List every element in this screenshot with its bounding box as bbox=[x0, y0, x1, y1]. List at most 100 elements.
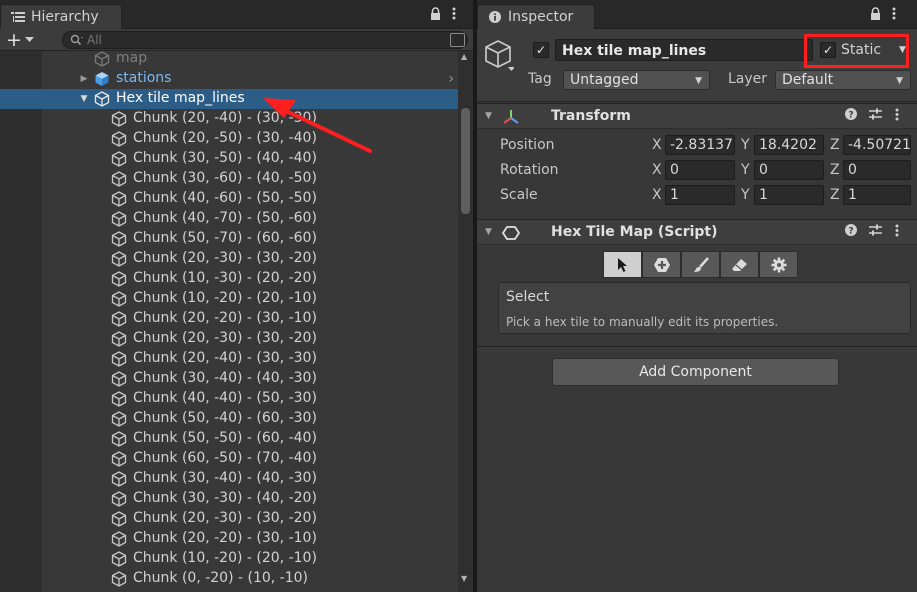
hierarchy-row-stations[interactable]: ▶ stations › bbox=[42, 69, 458, 89]
fold-arrow-icon[interactable]: ▼ bbox=[485, 227, 492, 237]
plus-icon: + bbox=[6, 28, 22, 51]
prefab-cube-icon bbox=[94, 71, 110, 87]
hierarchy-search-input[interactable] bbox=[87, 33, 437, 47]
position-z-field[interactable]: -4.50721 bbox=[843, 135, 911, 155]
transform-header[interactable]: ▼ Transform ? bbox=[477, 103, 917, 129]
help-icon[interactable]: ? bbox=[845, 224, 857, 240]
layer-dropdown[interactable]: Default ▼ bbox=[775, 70, 911, 90]
hierarchy-row[interactable]: Chunk (20, -30) - (30, -20) bbox=[42, 249, 458, 269]
hierarchy-row[interactable]: Chunk (20, -30) - (30, -20) bbox=[42, 329, 458, 349]
hierarchy-row-hex-tile-map-lines[interactable]: ▼ Hex tile map_lines bbox=[0, 89, 458, 109]
scale-y-axis[interactable]: Y bbox=[741, 187, 750, 203]
object-name-field[interactable]: Hex tile map_lines bbox=[555, 39, 813, 61]
rotation-z-axis[interactable]: Z bbox=[830, 162, 840, 178]
scale-z-field[interactable]: 1 bbox=[843, 185, 911, 205]
create-button[interactable]: + bbox=[6, 30, 42, 49]
scroll-up-icon[interactable]: ▲ bbox=[461, 52, 467, 61]
hierarchy-row[interactable]: Chunk (50, -70) - (60, -60) bbox=[42, 229, 458, 249]
collapse-arrow-icon[interactable]: ▶ bbox=[79, 74, 89, 84]
hierarchy-row[interactable]: Chunk (10, -30) - (20, -20) bbox=[42, 269, 458, 289]
lock-icon[interactable] bbox=[870, 7, 881, 24]
scale-x-axis[interactable]: X bbox=[652, 187, 662, 203]
hex-tile-map-title: Hex Tile Map (Script) bbox=[551, 224, 718, 240]
settings-tool-button[interactable] bbox=[759, 251, 798, 278]
scale-z-axis[interactable]: Z bbox=[830, 187, 840, 203]
scale-y-field[interactable]: 1 bbox=[754, 185, 824, 205]
tool-help-box: Select Pick a hex tile to manually edit … bbox=[498, 282, 911, 334]
gameobject-cube-icon bbox=[111, 191, 127, 207]
position-z-axis[interactable]: Z bbox=[830, 137, 840, 153]
kebab-menu-icon[interactable] bbox=[892, 7, 896, 24]
hierarchy-scrollbar[interactable]: ▲ ▼ bbox=[458, 51, 473, 592]
hierarchy-tab[interactable]: Hierarchy bbox=[0, 4, 122, 29]
hierarchy-row[interactable]: Chunk (20, -20) - (30, -10) bbox=[42, 309, 458, 329]
tag-dropdown[interactable]: Untagged ▼ bbox=[563, 70, 710, 90]
position-label: Position bbox=[500, 137, 555, 153]
chevron-right-icon[interactable]: › bbox=[448, 71, 454, 87]
gameobject-cube-icon[interactable] bbox=[484, 39, 515, 79]
hierarchy-row[interactable]: Chunk (0, -20) - (10, -10) bbox=[42, 569, 458, 589]
expand-arrow-icon[interactable]: ▼ bbox=[79, 94, 89, 104]
hierarchy-row[interactable]: Chunk (40, -40) - (50, -30) bbox=[42, 389, 458, 409]
hierarchy-row[interactable]: Chunk (10, -20) - (20, -10) bbox=[42, 289, 458, 309]
hierarchy-row[interactable]: Chunk (50, -50) - (60, -40) bbox=[42, 429, 458, 449]
help-icon[interactable]: ? bbox=[845, 108, 857, 124]
divider bbox=[477, 346, 917, 347]
fold-arrow-icon[interactable]: ▼ bbox=[485, 111, 492, 121]
chevron-down-icon: ▼ bbox=[896, 76, 903, 86]
position-y-axis[interactable]: Y bbox=[741, 137, 750, 153]
tool-mode-description: Pick a hex tile to manually edit its pro… bbox=[506, 315, 779, 329]
eraser-tool-button[interactable] bbox=[720, 251, 759, 278]
hierarchy-row[interactable]: Chunk (30, -30) - (40, -20) bbox=[42, 489, 458, 509]
hierarchy-row-label: stations bbox=[116, 70, 172, 86]
position-x-axis[interactable]: X bbox=[652, 137, 662, 153]
select-tool-button[interactable] bbox=[603, 251, 642, 278]
position-x-field[interactable]: -2.83137 bbox=[665, 135, 735, 155]
hierarchy-row[interactable]: Chunk (40, -60) - (50, -50) bbox=[42, 189, 458, 209]
inspector-tab[interactable]: Inspector bbox=[477, 4, 595, 29]
hierarchy-row-map[interactable]: map bbox=[42, 49, 458, 69]
hierarchy-row-label: Chunk (30, -30) - (40, -20) bbox=[133, 490, 317, 506]
hex-tile-map-header[interactable]: ▼ Hex Tile Map (Script) ? bbox=[477, 219, 917, 245]
hierarchy-row[interactable]: Chunk (60, -50) - (70, -40) bbox=[42, 449, 458, 469]
layer-label: Layer bbox=[728, 71, 768, 87]
hierarchy-row[interactable]: Chunk (50, -40) - (60, -30) bbox=[42, 409, 458, 429]
preset-icon[interactable] bbox=[869, 108, 882, 124]
hierarchy-row-label: Chunk (40, -60) - (50, -50) bbox=[133, 190, 317, 206]
hierarchy-row[interactable]: Chunk (10, -20) - (20, -10) bbox=[42, 549, 458, 569]
active-checkbox[interactable]: ✓ bbox=[533, 42, 549, 58]
hierarchy-row[interactable]: Chunk (30, -50) - (40, -40) bbox=[42, 149, 458, 169]
rotation-z-field[interactable]: 0 bbox=[843, 160, 911, 180]
kebab-menu-icon[interactable] bbox=[895, 108, 899, 125]
rotation-y-field[interactable]: 0 bbox=[754, 160, 824, 180]
hierarchy-search[interactable] bbox=[62, 31, 468, 49]
hierarchy-row[interactable]: Chunk (20, -20) - (30, -10) bbox=[42, 529, 458, 549]
scale-x-field[interactable]: 1 bbox=[665, 185, 735, 205]
hierarchy-row[interactable]: Chunk (30, -40) - (40, -30) bbox=[42, 369, 458, 389]
gameobject-cube-icon bbox=[111, 311, 127, 327]
hierarchy-row[interactable]: Chunk (20, -40) - (30, -30) bbox=[42, 109, 458, 129]
hierarchy-row[interactable]: Chunk (30, -40) - (40, -30) bbox=[42, 469, 458, 489]
scrollbar-thumb[interactable] bbox=[461, 108, 470, 214]
hierarchy-row-label: Chunk (40, -40) - (50, -30) bbox=[133, 390, 317, 406]
kebab-menu-icon[interactable] bbox=[452, 7, 456, 24]
hierarchy-row[interactable]: Chunk (30, -60) - (40, -50) bbox=[42, 169, 458, 189]
hierarchy-row[interactable]: Chunk (20, -40) - (30, -30) bbox=[42, 349, 458, 369]
hierarchy-row-label: Chunk (20, -30) - (30, -20) bbox=[133, 510, 317, 526]
hierarchy-row-label: Chunk (30, -60) - (40, -50) bbox=[133, 170, 317, 186]
hierarchy-row[interactable]: Chunk (20, -50) - (30, -40) bbox=[42, 129, 458, 149]
rotation-x-axis[interactable]: X bbox=[652, 162, 662, 178]
position-y-field[interactable]: 18.4202 bbox=[754, 135, 824, 155]
rotation-y-axis[interactable]: Y bbox=[741, 162, 750, 178]
lock-icon[interactable] bbox=[430, 7, 441, 24]
hierarchy-row[interactable]: Chunk (20, -30) - (30, -20) bbox=[42, 509, 458, 529]
add-component-button[interactable]: Add Component bbox=[552, 358, 839, 386]
kebab-menu-icon[interactable] bbox=[895, 224, 899, 241]
brush-tool-button[interactable] bbox=[681, 251, 720, 278]
search-by-type-icon[interactable] bbox=[450, 33, 465, 47]
scroll-down-icon[interactable]: ▼ bbox=[461, 574, 467, 583]
preset-icon[interactable] bbox=[869, 224, 882, 240]
paint-hex-tool-button[interactable] bbox=[642, 251, 681, 278]
hierarchy-row[interactable]: Chunk (40, -70) - (50, -60) bbox=[42, 209, 458, 229]
rotation-x-field[interactable]: 0 bbox=[665, 160, 735, 180]
